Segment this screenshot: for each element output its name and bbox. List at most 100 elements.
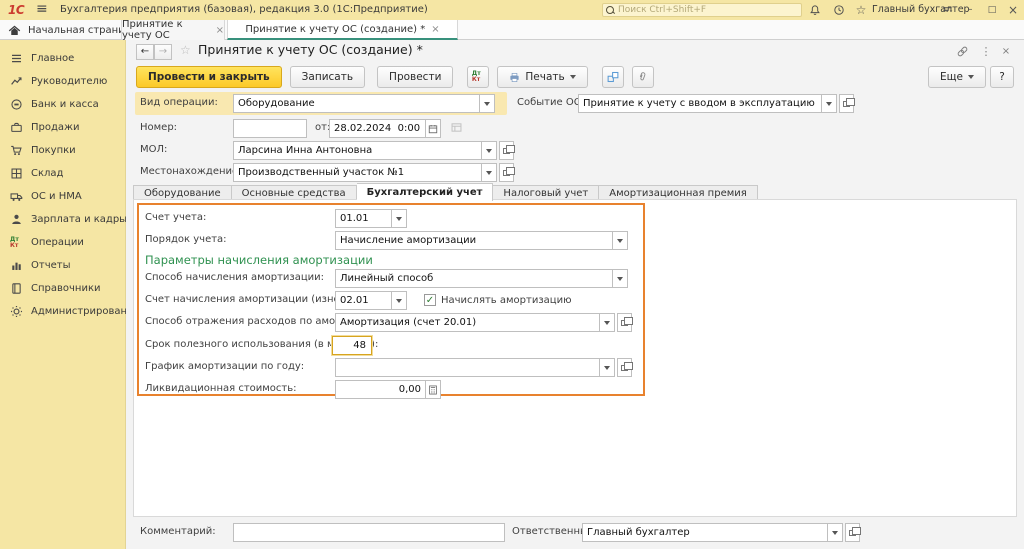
search-icon (606, 6, 615, 15)
dropdown-arrow-icon[interactable] (613, 269, 628, 288)
open-icon[interactable] (617, 358, 632, 377)
order-field (335, 231, 628, 250)
dropdown-arrow-icon[interactable] (613, 231, 628, 250)
current-user[interactable]: Главный бухгалтер (872, 4, 970, 15)
more-menu-dots-icon[interactable]: ⋮ (978, 44, 994, 58)
open-icon[interactable] (499, 163, 514, 182)
dropdown-arrow-icon[interactable] (600, 313, 615, 332)
sidebar-item-os-i-nma[interactable]: ОС и НМА (0, 185, 125, 208)
dropdown-arrow-icon[interactable] (480, 94, 495, 113)
location-input[interactable] (233, 163, 482, 182)
bar-chart-icon (10, 259, 23, 272)
method-label: Способ начисления амортизации: (145, 272, 324, 283)
forward-button[interactable]: → (154, 44, 172, 60)
accrue-depreciation-checkbox[interactable]: ✓ (424, 294, 436, 306)
depr-account-input[interactable] (335, 291, 392, 310)
mol-input[interactable] (233, 141, 482, 160)
sidebar-item-prodazhi[interactable]: Продажи (0, 116, 125, 139)
dt-kt-button[interactable]: ДтКт (467, 66, 489, 88)
tab-acceptance-new[interactable]: Принятие к учету ОС (создание) * × (227, 20, 458, 40)
open-icon[interactable] (839, 94, 854, 113)
calendar-icon[interactable] (426, 119, 441, 138)
os-event-label: Событие ОС: (517, 97, 584, 108)
notifications-bell-icon[interactable] (808, 3, 822, 17)
number-input[interactable] (233, 119, 307, 138)
account-input[interactable] (335, 209, 392, 228)
home-page-tab[interactable]: Начальная страница (8, 22, 138, 38)
save-button[interactable]: Записать (290, 66, 365, 88)
tab-acceptance-list[interactable]: Принятие к учету ОС × (121, 20, 225, 40)
service-menu-icon[interactable] (940, 3, 954, 17)
salvage-input[interactable] (335, 380, 426, 399)
trend-chart-icon (10, 75, 23, 88)
maximize-button[interactable]: □ (984, 2, 1000, 18)
favorites-star-icon[interactable]: ☆ (854, 3, 868, 17)
register-records-icon (448, 120, 464, 134)
print-button[interactable]: Печать (497, 66, 587, 88)
method-input[interactable] (335, 269, 613, 288)
schedule-input[interactable] (335, 358, 600, 377)
close-tab-icon[interactable]: × (216, 25, 224, 36)
calculator-icon[interactable] (426, 380, 441, 399)
useful-life-input[interactable] (332, 336, 372, 355)
search-input[interactable] (618, 5, 798, 15)
sidebar-item-pokupki[interactable]: Покупки (0, 139, 125, 162)
main-menu-icon[interactable]: ≡ (36, 1, 48, 17)
get-link-icon[interactable] (954, 44, 970, 58)
minimize-button[interactable]: – (962, 2, 978, 18)
back-button[interactable]: ← (136, 44, 154, 60)
tab-buhgalterskij-uchet[interactable]: Бухгалтерский учет (357, 183, 494, 201)
section-heading: Параметры начисления амортизации (145, 253, 373, 267)
dropdown-arrow-icon[interactable] (822, 94, 837, 113)
sidebar-item-sklad[interactable]: Склад (0, 162, 125, 185)
close-tab-icon[interactable]: × (431, 24, 439, 35)
app-title: Бухгалтерия предприятия (базовая), редак… (60, 4, 428, 15)
dropdown-arrow-icon[interactable] (600, 358, 615, 377)
tab-label: Принятие к учету ОС (создание) * (245, 24, 425, 35)
order-input[interactable] (335, 231, 613, 250)
os-event-input[interactable] (578, 94, 822, 113)
related-documents-button[interactable] (602, 66, 624, 88)
expense-method-input[interactable] (335, 313, 600, 332)
salvage-field (335, 380, 441, 399)
more-label: Еще (940, 71, 963, 83)
operation-type-input[interactable] (233, 94, 480, 113)
footer-row: Комментарий: Ответственный: (126, 523, 1024, 545)
dt-kt-icon: ДтКт (472, 71, 485, 83)
schedule-field (335, 358, 632, 377)
sidebar-item-bank-i-kassa[interactable]: Банк и касса (0, 93, 125, 116)
open-icon[interactable] (845, 523, 860, 542)
sidebar-item-glavnoe[interactable]: Главное (0, 47, 125, 70)
post-button[interactable]: Провести (377, 66, 453, 88)
dropdown-arrow-icon[interactable] (392, 291, 407, 310)
date-input[interactable] (329, 119, 426, 138)
sidebar-item-rukovoditelyu[interactable]: Руководителю (0, 70, 125, 93)
sidebar-item-otchety[interactable]: Отчеты (0, 254, 125, 277)
favorite-star-icon[interactable]: ☆ (180, 43, 191, 57)
more-button[interactable]: Еще (928, 66, 986, 88)
help-button[interactable]: ? (990, 66, 1014, 88)
responsible-input[interactable] (582, 523, 828, 542)
dropdown-arrow-icon[interactable] (828, 523, 843, 542)
open-icon[interactable] (499, 141, 514, 160)
dropdown-arrow-icon[interactable] (482, 141, 497, 160)
depr-account-label: Счет начисления амортизации (износа): (145, 294, 359, 305)
open-icon[interactable] (617, 313, 632, 332)
application-window: 1С ≡ Бухгалтерия предприятия (базовая), … (0, 0, 1024, 549)
salvage-row: Ликвидационная стоимость: (139, 380, 643, 399)
close-window-button[interactable]: × (1005, 2, 1021, 18)
close-form-icon[interactable]: × (998, 44, 1014, 58)
dropdown-arrow-icon[interactable] (392, 209, 407, 228)
sidebar-item-zarplata-i-kadry[interactable]: Зарплата и кадры (0, 208, 125, 231)
sidebar-item-spravochniki[interactable]: Справочники (0, 277, 125, 300)
post-and-close-button[interactable]: Провести и закрыть (136, 66, 282, 88)
history-icon[interactable] (832, 3, 846, 17)
comment-input[interactable] (233, 523, 505, 542)
attachments-button[interactable] (632, 66, 654, 88)
sidebar-item-operacii[interactable]: ДтКт Операции (0, 231, 125, 254)
print-label: Печать (525, 71, 564, 83)
dropdown-arrow-icon[interactable] (482, 163, 497, 182)
truck-icon (10, 190, 23, 203)
sidebar-item-label: Продажи (31, 122, 80, 133)
sidebar-item-administrirovanie[interactable]: Администрирование (0, 300, 125, 323)
